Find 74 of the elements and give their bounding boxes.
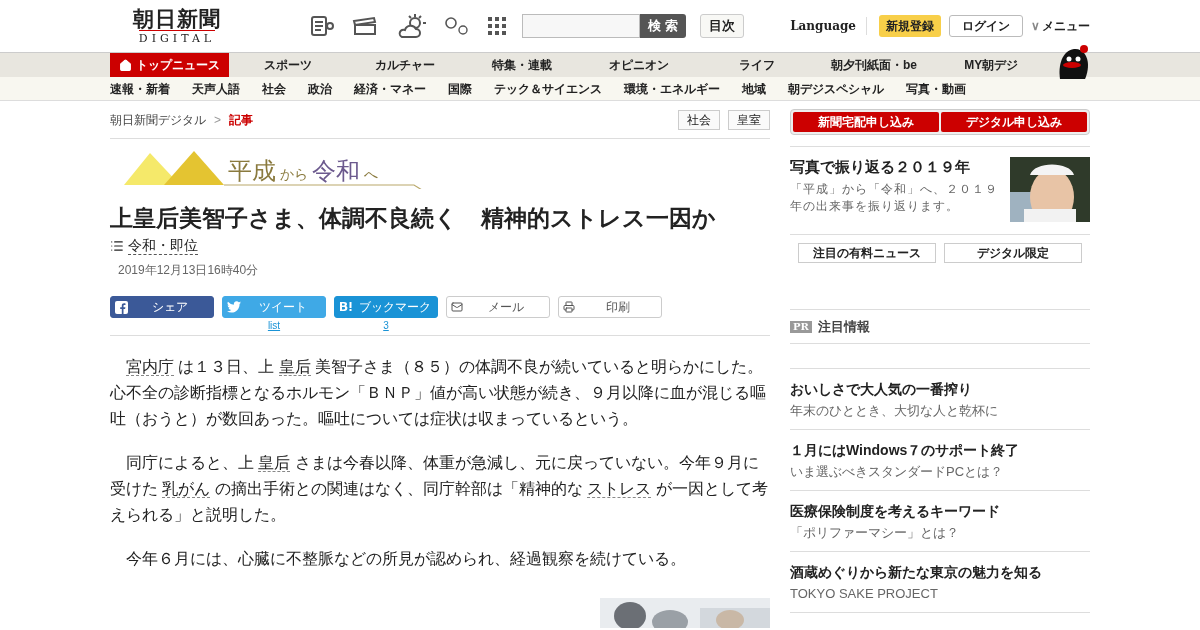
grid-icon[interactable]: [488, 17, 506, 35]
pr-badge: PR: [790, 320, 812, 333]
share-button[interactable]: メール: [446, 296, 550, 318]
newspaper-icon[interactable]: [310, 15, 334, 37]
feature-description: 「平成」から「令和」へ、２０１９年の出来事を振り返ります。: [790, 181, 999, 215]
subnav-link[interactable]: 地域: [742, 79, 766, 98]
promo-title[interactable]: 医療保険制度を考えるキーワード: [790, 501, 1090, 521]
bird-icon: [227, 301, 241, 313]
share-button[interactable]: シェア: [110, 296, 214, 318]
promo-title[interactable]: １月にはWindows７のサポート終了: [790, 440, 1090, 460]
article-title: 上皇后美智子さま、体調不良続く 精神的ストレス一因か: [110, 204, 717, 233]
subnav-link[interactable]: 経済・マネー: [354, 79, 426, 98]
facebook-icon: [115, 300, 128, 314]
promo-title[interactable]: おいしさで大人気の一番搾り: [790, 379, 1090, 399]
list-icon: [110, 239, 124, 253]
promo-subtitle: 年末のひととき、大切な人と乾杯に: [790, 402, 999, 420]
share-button[interactable]: 印刷: [558, 296, 662, 318]
language-link[interactable]: Language: [790, 17, 867, 35]
subnav-link[interactable]: 国際: [448, 79, 472, 98]
login-button[interactable]: ログイン: [949, 15, 1023, 37]
tag-link[interactable]: 社会: [678, 109, 720, 130]
filter-button[interactable]: 注目の有料ニュース: [798, 243, 936, 263]
subnav-link[interactable]: テック＆サイエンス: [494, 79, 602, 98]
subnav-link[interactable]: 社会: [262, 79, 286, 98]
publish-date: 2019年12月13日16時40分: [118, 262, 260, 279]
section-heading: 注目情報: [817, 317, 870, 336]
article-paragraph: 同庁によると、上 皇后 さまは今春以降、体重が急減し、元に戻っていない。今年９月に受けた 乳がん の摘出手術との関連はなく、同庁幹部は「精神的な ストレス が一因として考えられる」と説明した。: [110, 453, 769, 525]
promo-subtitle: TOKYO SAKE PROJECT: [790, 585, 939, 603]
promo-title[interactable]: 酒蔵めぐりから新たな東京の魅力を知る: [790, 562, 1090, 582]
category-link[interactable]: 令和・即位: [128, 237, 198, 255]
index-button[interactable]: 目次: [699, 14, 744, 38]
search-field[interactable]: [522, 14, 640, 38]
nav-tab[interactable]: 特集・連載: [463, 53, 581, 77]
subscribe-button[interactable]: デジタル申し込み: [941, 112, 1087, 132]
share-count[interactable]: 3: [383, 320, 389, 332]
site-logo[interactable]: 朝日新聞 DIGITAL: [118, 7, 236, 45]
nav-tab[interactable]: 朝夕刊紙面・be: [815, 53, 933, 77]
hatena-icon: [339, 301, 353, 313]
subnav-link[interactable]: 朝デジスペシャル: [788, 79, 884, 98]
subnav-link[interactable]: 環境・エネルギー: [624, 79, 720, 98]
era-banner: 平成 から 令和 へ: [124, 145, 424, 197]
register-button[interactable]: 新規登録: [879, 15, 941, 37]
subnav-link[interactable]: 政治: [308, 79, 332, 98]
menu-button[interactable]: ∨ メニュー: [1031, 17, 1090, 35]
promo-subtitle: 「ポリファーマシー」とは？: [790, 524, 960, 542]
breadcrumb-link[interactable]: 朝日新聞デジタル: [110, 110, 206, 129]
nav-tab[interactable]: ライフ: [698, 53, 816, 77]
mail-icon: [451, 301, 463, 313]
tag-link[interactable]: 皇室: [728, 109, 770, 130]
term-link[interactable]: 皇后: [258, 454, 291, 472]
subnav-link[interactable]: 写真・動画: [906, 79, 966, 98]
term-link[interactable]: ストレス: [587, 480, 652, 498]
nav-tab[interactable]: トップニュース: [110, 53, 229, 77]
share-count[interactable]: list: [267, 320, 281, 332]
home-icon: [119, 58, 132, 72]
article-paragraph: 今年６月には、心臓に不整脈などの所見が認められ、経過観察を続けている。: [125, 549, 687, 569]
feature-title[interactable]: 写真で振り返る２０１９年: [790, 157, 1002, 177]
promo-subtitle: いま選ぶべきスタンダードPCとは？: [790, 463, 1005, 481]
weather-icon[interactable]: [398, 13, 426, 39]
nav-tab[interactable]: カルチャー: [346, 53, 464, 77]
term-link[interactable]: 乳がん: [162, 480, 211, 498]
subnav-link[interactable]: 天声人語: [192, 79, 240, 98]
breadcrumb-separator: >: [214, 111, 221, 129]
term-link[interactable]: 宮内庁: [126, 358, 174, 376]
nav-tab[interactable]: オピニオン: [580, 53, 699, 77]
subnav-link[interactable]: 速報・新着: [110, 79, 170, 98]
term-link[interactable]: 皇后: [278, 358, 311, 376]
nav-tab[interactable]: スポーツ: [229, 53, 347, 77]
filter-button[interactable]: デジタル限定: [944, 243, 1082, 263]
subscribe-button[interactable]: 新聞宅配申し込み: [793, 112, 939, 132]
search-button[interactable]: 検 索: [640, 14, 686, 38]
article-paragraph: 宮内庁 は１３日、上 皇后 美智子さま（８５）の体調不良が続いていると明らかにした。心不全の診断指標となるホルモン「ＢＮＰ」値が高い状態が続き、９月以降に血が混じる嘔吐（おうと）が数回あった。嘔吐については症状は収まっているという。: [110, 357, 767, 429]
printer-icon: [563, 301, 575, 313]
nav-tab[interactable]: MY朝デジ: [932, 53, 1050, 77]
